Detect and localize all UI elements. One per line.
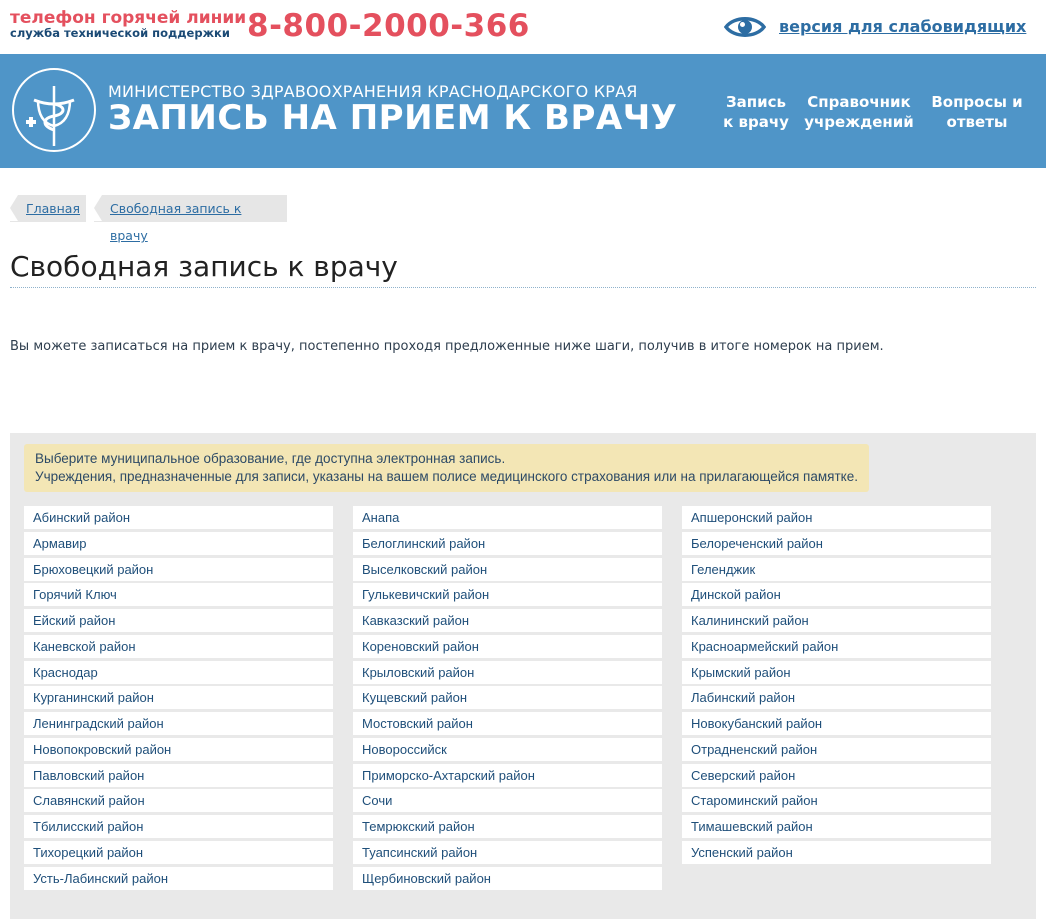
district-item[interactable]: Кореновский район [353,634,662,658]
district-item[interactable]: Белоглинский район [353,531,662,555]
hotline-subtitle: служба технической поддержки [10,26,230,40]
district-item[interactable]: Северский район [682,763,991,787]
district-item[interactable]: Краснодар [24,660,333,684]
district-item[interactable]: Кущевский район [353,686,662,710]
breadcrumb-current[interactable]: Свободная запись к врачу [94,195,287,243]
district-item[interactable]: Горячий Ключ [24,583,333,607]
top-bar: телефон горячей линии служба технической… [0,0,1046,54]
eye-icon[interactable] [724,14,766,40]
nav-faq-line1: Вопросы и [931,93,1023,111]
site-title[interactable]: ЗАПИСЬ НА ПРИЕМ К ВРАЧУ [108,98,677,138]
district-item[interactable]: Тимашевский район [682,815,991,839]
district-item[interactable]: Приморско-Ахтарский район [353,763,662,787]
district-item[interactable]: Павловский район [24,763,333,787]
district-item[interactable]: Лабинский район [682,686,991,710]
district-column-2: Анапа Белоглинский район Выселковский райо… [353,506,662,892]
title-divider [10,287,1036,288]
district-item[interactable]: Красноармейский район [682,634,991,658]
district-item[interactable]: Отрадненский район [682,737,991,761]
site-header: МИНИСТЕРСТВО ЗДРАВООХРАНЕНИЯ КРАСНОДАРСК… [0,54,1046,168]
district-item[interactable]: Калининский район [682,609,991,633]
notice-line-1: Выберите муниципальное образование, где … [35,451,506,466]
nav-faq[interactable]: Вопросы и ответы [926,92,1028,132]
hotline-phone[interactable]: 8-800-2000-366 [247,8,530,44]
district-item[interactable]: Староминский район [682,789,991,813]
district-column-3: Апшеронский район Белореченский район Геле… [682,506,991,867]
nav-directory[interactable]: Справочник учреждений [802,92,916,132]
nav-directory-line2: учреждений [804,113,914,131]
district-item[interactable]: Апшеронский район [682,506,991,529]
district-item[interactable]: Крыловский район [353,660,662,684]
district-item[interactable]: Брюховецкий район [24,557,333,581]
district-item[interactable]: Темрюкский район [353,815,662,839]
district-item[interactable]: Усть-Лабинский район [24,866,333,890]
hotline-label: телефон горячей линии служба технической… [10,10,246,40]
district-item[interactable]: Курганинский район [24,686,333,710]
nav-faq-line2: ответы [946,113,1008,131]
district-item[interactable]: Геленджик [682,557,991,581]
ministry-logo-icon[interactable] [8,60,100,160]
district-item[interactable]: Мостовский район [353,712,662,736]
nav-appointment-line1: Запись [725,93,787,111]
district-item[interactable]: Белореченский район [682,531,991,555]
page-title: Свободная запись к врачу [10,250,398,283]
district-item[interactable]: Армавир [24,531,333,555]
district-item[interactable]: Гулькевичский район [353,583,662,607]
notice-box: Выберите муниципальное образование, где … [24,444,869,492]
district-item[interactable]: Кавказский район [353,609,662,633]
district-item[interactable]: Тбилисский район [24,815,333,839]
district-item[interactable]: Анапа [353,506,662,529]
nav-appointment-line2: к врачу [723,113,789,131]
district-item[interactable]: Выселковский район [353,557,662,581]
district-item[interactable]: Успенский район [682,840,991,864]
district-item[interactable]: Новопокровский район [24,737,333,761]
district-item[interactable]: Ленинградский район [24,712,333,736]
district-item[interactable]: Каневской район [24,634,333,658]
nav-directory-line1: Справочник [807,93,911,111]
district-item[interactable]: Крымский район [682,660,991,684]
nav-appointment[interactable]: Запись к врачу [720,92,792,132]
hotline-title: телефон горячей линии [10,8,247,28]
district-item[interactable]: Ейский район [24,609,333,633]
district-item[interactable]: Сочи [353,789,662,813]
district-item[interactable]: Новокубанский район [682,712,991,736]
district-item[interactable]: Туапсинский район [353,840,662,864]
district-item[interactable]: Тихорецкий район [24,840,333,864]
district-item[interactable]: Новороссийск [353,737,662,761]
breadcrumb-home[interactable]: Главная [10,195,86,222]
low-vision-version-link[interactable]: версия для слабовидящих [779,17,1026,36]
district-item[interactable]: Абинский район [24,506,333,529]
district-column-1: Абинский район Армавир Брюховецкий район Го… [24,506,333,892]
district-item[interactable]: Щербиновский район [353,866,662,890]
district-item[interactable]: Динской район [682,583,991,607]
district-item[interactable]: Славянский район [24,789,333,813]
notice-line-2: Учреждения, предназначенные для записи, … [35,469,858,484]
district-panel: Выберите муниципальное образование, где … [10,433,1036,919]
intro-text: Вы можете записаться на прием к врачу, п… [10,339,884,354]
